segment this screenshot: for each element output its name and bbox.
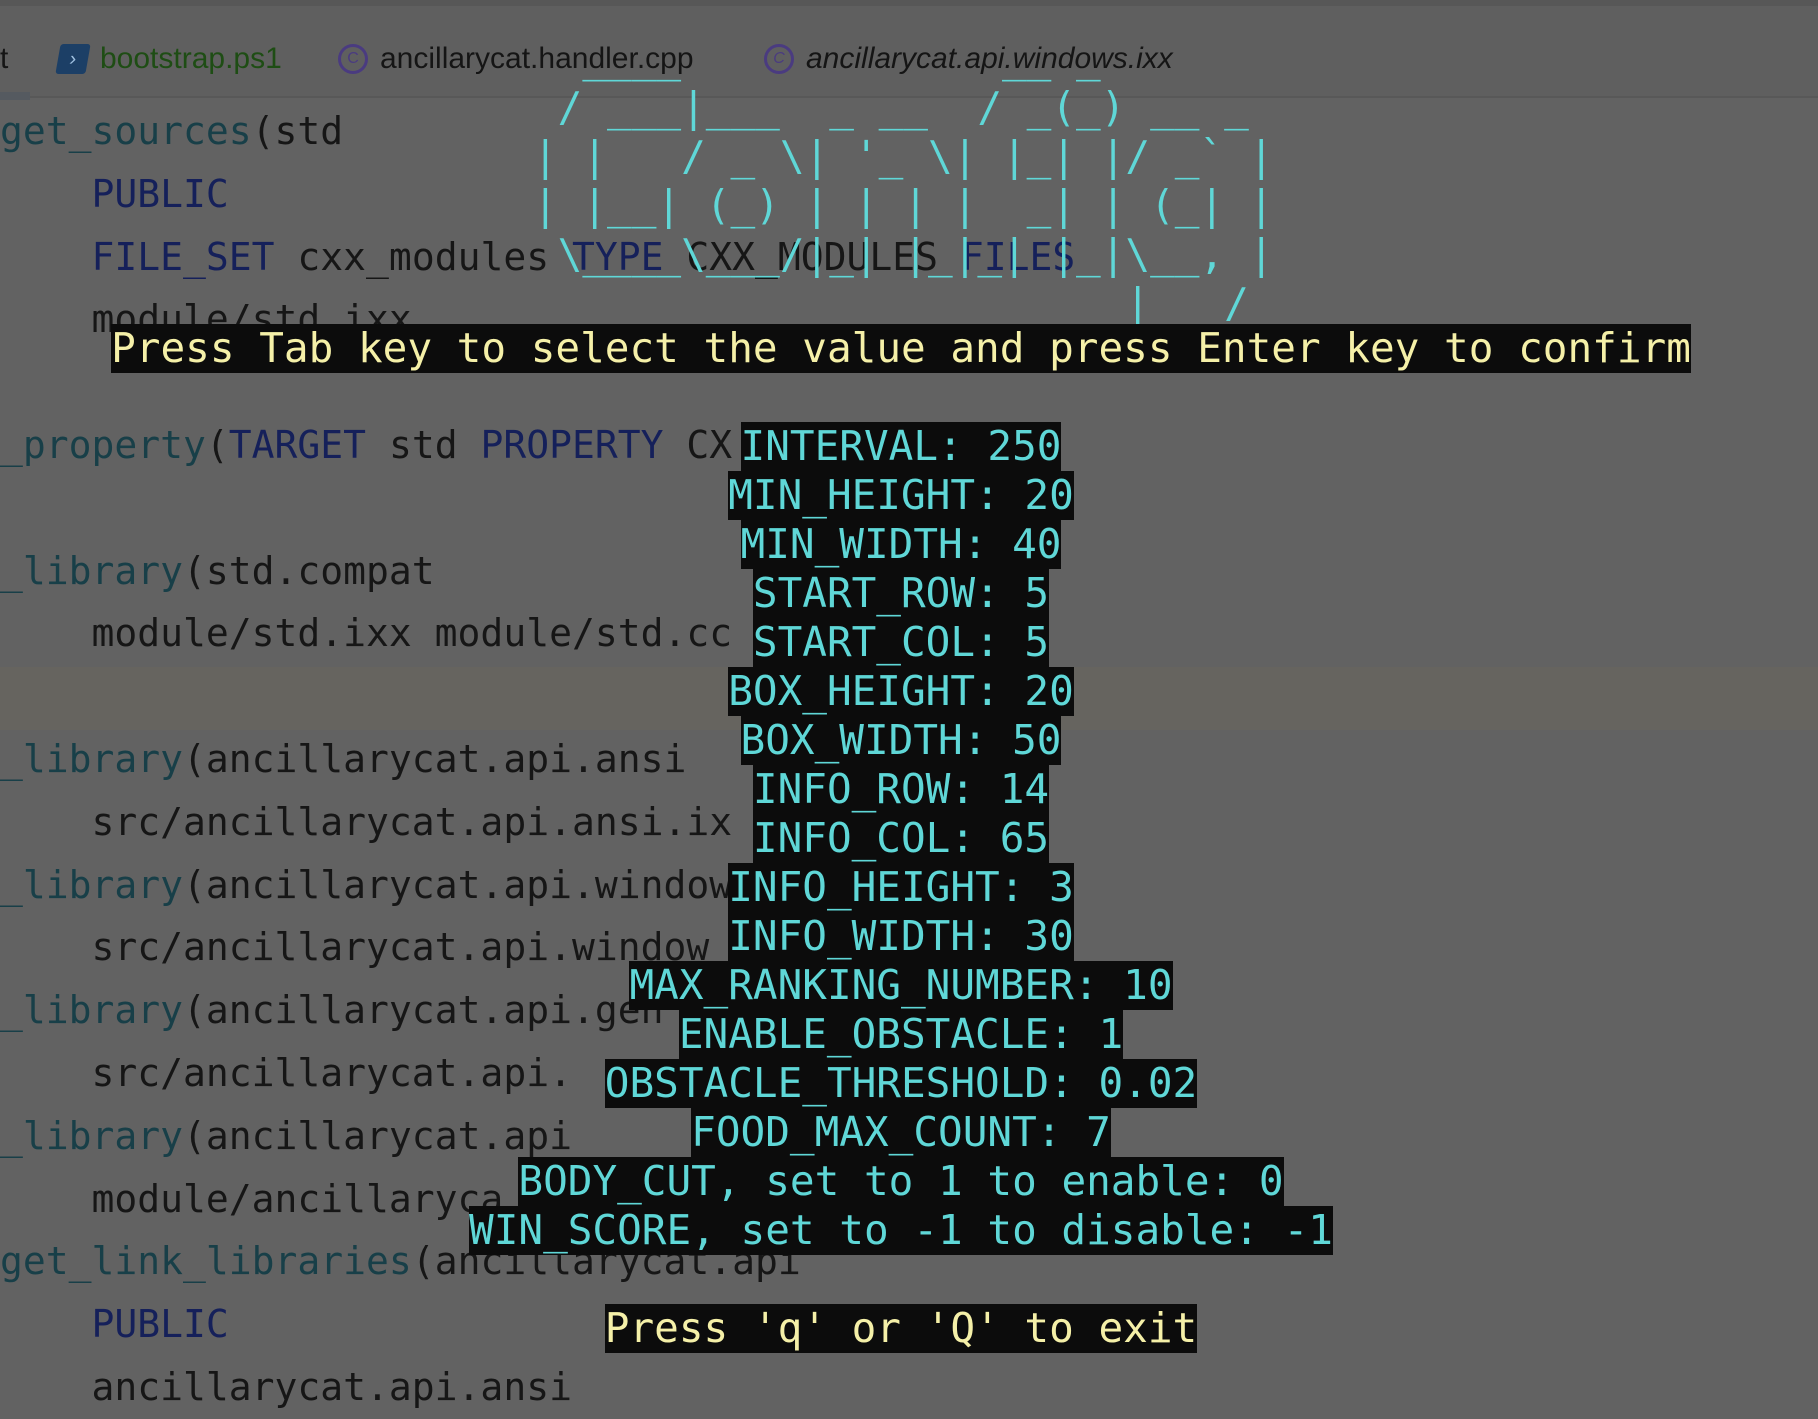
exit-hint: Press 'q' or 'Q' to exit [0,1304,1802,1353]
setting-text: MIN_WIDTH: 40 [740,520,1062,569]
setting-row[interactable]: START_ROW: 5 [0,569,1802,618]
setting-row[interactable]: START_COL: 5 [0,618,1802,667]
instruction-banner: Press Tab key to select the value and pr… [0,324,1802,373]
setting-text: OBSTACLE_THRESHOLD: 0.02 [604,1059,1198,1108]
ascii-art-row: \____\___/|_| |_|_| |_|\__, | [533,230,1274,278]
setting-text: START_ROW: 5 [752,569,1050,618]
setting-row[interactable]: OBSTACLE_THRESHOLD: 0.02 [0,1059,1802,1108]
setting-text: INFO_COL: 65 [752,814,1050,863]
instruction-text: Press Tab key to select the value and pr… [111,324,1691,373]
setting-row[interactable]: MIN_HEIGHT: 20 [0,471,1802,520]
setting-text: START_COL: 5 [752,618,1050,667]
ascii-art-row: ____ __ _ [533,34,1274,82]
ascii-art-row: / ___|___ _ __ / _(_) __ _ [533,83,1274,131]
setting-row[interactable]: INFO_ROW: 14 [0,765,1802,814]
setting-text: WIN_SCORE, set to -1 to disable: -1 [469,1206,1333,1255]
ascii-art-row: | | / _ \| '_ \| |_| |/ _` | [533,132,1274,180]
ascii-art-row: | |__| (_) | | | | _| | (_| | [533,181,1274,229]
setting-row[interactable]: MAX_RANKING_NUMBER: 10 [0,961,1802,1010]
setting-text: FOOD_MAX_COUNT: 7 [691,1108,1111,1157]
setting-text: BOX_HEIGHT: 20 [728,667,1074,716]
setting-row[interactable]: ENABLE_OBSTACLE: 1 [0,1010,1802,1059]
setting-row[interactable]: INTERVAL: 250 [0,422,1802,471]
setting-text: INFO_HEIGHT: 3 [728,863,1074,912]
terminal-overlay: ____ __ _ / ___|___ _ __ / _(_) __ _ | |… [0,0,1802,1416]
setting-row[interactable]: BOX_HEIGHT: 20 [0,667,1802,716]
setting-row[interactable]: MIN_WIDTH: 40 [0,520,1802,569]
setting-row[interactable]: WIN_SCORE, set to -1 to disable: -1 [0,1206,1802,1255]
exit-hint-text: Press 'q' or 'Q' to exit [604,1304,1198,1353]
setting-text: BODY_CUT, set to 1 to enable: 0 [518,1157,1284,1206]
setting-row[interactable]: BOX_WIDTH: 50 [0,716,1802,765]
setting-text: ENABLE_OBSTACLE: 1 [678,1010,1124,1059]
setting-row[interactable]: INFO_COL: 65 [0,814,1802,863]
setting-row[interactable]: INFO_HEIGHT: 3 [0,863,1802,912]
setting-row[interactable]: FOOD_MAX_COUNT: 7 [0,1108,1802,1157]
setting-row[interactable]: BODY_CUT, set to 1 to enable: 0 [0,1157,1802,1206]
setting-text: MAX_RANKING_NUMBER: 10 [629,961,1173,1010]
setting-text: INFO_ROW: 14 [752,765,1050,814]
setting-text: INFO_WIDTH: 30 [728,912,1074,961]
setting-text: BOX_WIDTH: 50 [740,716,1062,765]
ascii-art-row: |___/ [533,279,1274,327]
setting-row[interactable]: INFO_WIDTH: 30 [0,912,1802,961]
setting-text: INTERVAL: 250 [740,422,1062,471]
setting-text: MIN_HEIGHT: 20 [728,471,1074,520]
